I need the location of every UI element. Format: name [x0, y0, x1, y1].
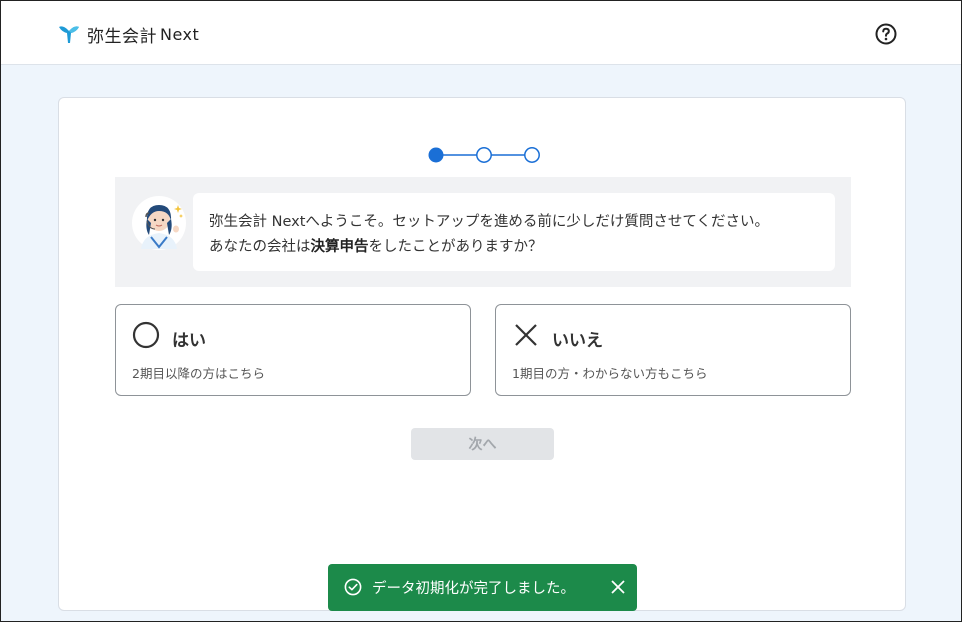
option-yes-button[interactable]: はい 2期目以降の方はこちら: [115, 304, 471, 396]
step-dot-2: [476, 147, 492, 163]
circle-icon: [132, 321, 160, 349]
step-dot-3: [524, 147, 540, 163]
option-no-subtitle: 1期目の方・わからない方もこちら: [512, 366, 708, 381]
header: 弥生会計 Next: [1, 1, 961, 65]
app-window: 弥生会計 Next 弥生会計 Nextへようこそ。セットアップを進める前に少しだ…: [0, 0, 962, 622]
app-name: 弥生会計: [87, 26, 157, 47]
option-yes-subtitle: 2期目以降の方はこちら: [132, 366, 265, 381]
option-no-button[interactable]: いいえ 1期目の方・わからない方もこちら: [495, 304, 851, 396]
app-logo: 弥生会計 Next: [57, 21, 199, 47]
toast-message: データ初期化が完了しました。: [372, 581, 575, 597]
check-circle-icon: [344, 578, 362, 596]
cross-icon: [515, 324, 537, 346]
yayoi-logo-icon: [59, 26, 79, 43]
app-name-suffix: Next: [160, 24, 200, 44]
help-circle-icon[interactable]: [874, 22, 898, 46]
message-line-2: あなたの会社は決算申告をしたことがありますか？: [209, 235, 819, 260]
option-yes-title: はい: [172, 331, 206, 351]
message-line-1: 弥生会計 Nextへようこそ。セットアップを進める前に少しだけ質問させてください…: [209, 214, 769, 230]
option-no-title: いいえ: [552, 331, 603, 351]
step-dot-1: [428, 147, 444, 163]
message-bubble: 弥生会計 Nextへようこそ。セットアップを進める前に少しだけ質問させてください…: [193, 193, 835, 271]
success-toast: データ初期化が完了しました。: [328, 564, 637, 611]
setup-card: 弥生会計 Nextへようこそ。セットアップを進める前に少しだけ質問させてください…: [58, 97, 906, 611]
close-icon[interactable]: [610, 579, 626, 595]
message-emphasis: 決算申告: [310, 239, 369, 255]
support-agent-avatar: [132, 196, 186, 250]
step-progress: [428, 147, 540, 163]
message-line-2-end: をしたことがありますか？: [368, 239, 543, 255]
welcome-message-area: 弥生会計 Nextへようこそ。セットアップを進める前に少しだけ質問させてください…: [115, 177, 851, 287]
message-line-2-start: あなたの会社は: [209, 239, 311, 255]
next-button[interactable]: 次へ: [411, 428, 554, 460]
